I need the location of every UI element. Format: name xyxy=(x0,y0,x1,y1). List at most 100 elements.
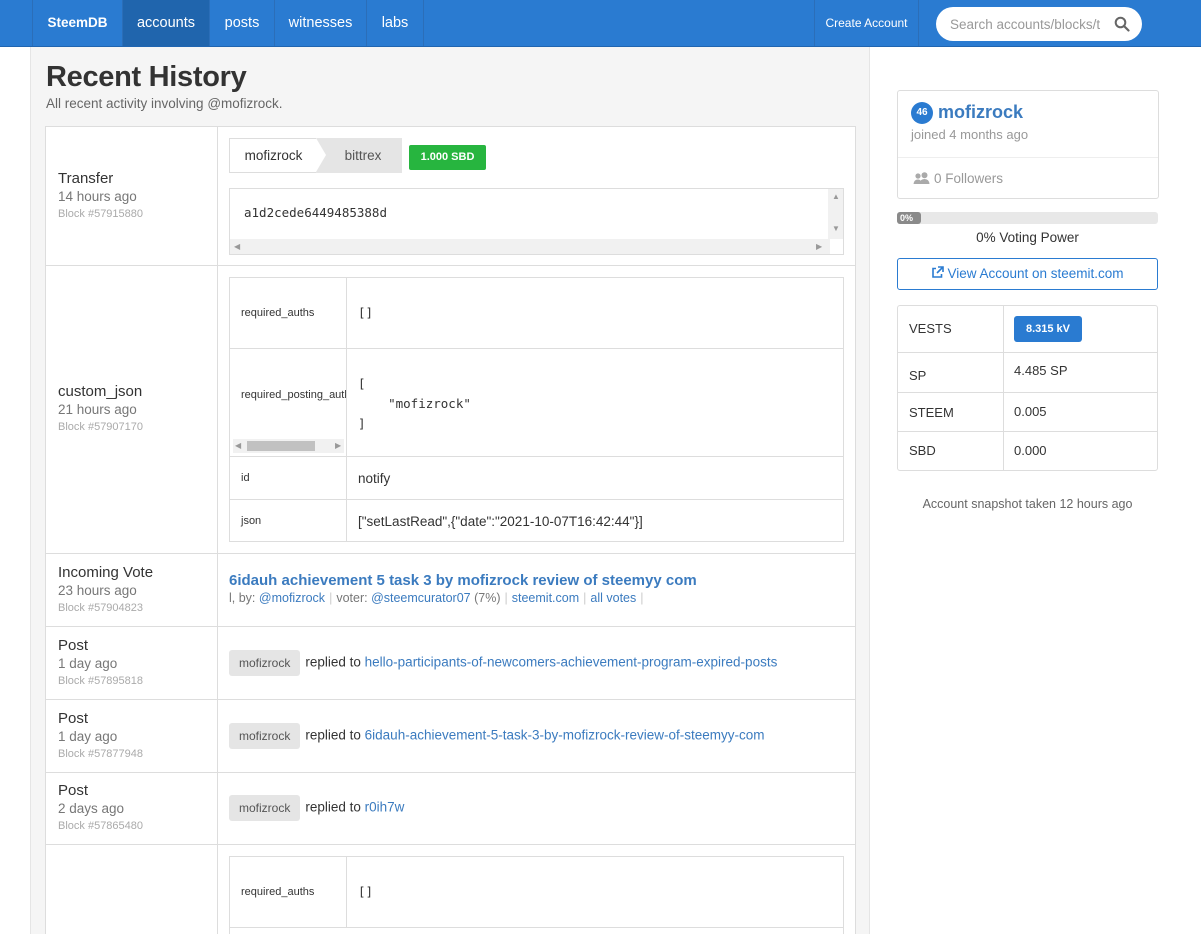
scroll-up-icon[interactable]: ▲ xyxy=(832,193,840,201)
post-line: mofizrock replied to r0ih7w xyxy=(229,795,404,821)
json-row: id notify xyxy=(230,457,843,500)
balance-row: SP 4.485 SP xyxy=(898,353,1157,393)
op-name: Post xyxy=(58,782,89,799)
balance-key: SBD xyxy=(898,432,1004,470)
history-table: Transfer 14 hours ago Block #57915880 mo… xyxy=(45,126,856,934)
history-row-vote: Incoming Vote 23 hours ago Block #579048… xyxy=(46,554,855,627)
scroll-left-icon[interactable]: ◀ xyxy=(235,442,241,450)
vertical-scrollbar[interactable]: ▲ ▼ xyxy=(828,189,843,239)
op-block: Block #57877948 xyxy=(58,748,144,760)
row-body: mofizrock replied to 6idauh-achievement-5… xyxy=(218,700,855,772)
op-time: 14 hours ago xyxy=(58,189,137,204)
main-panel: Recent History All recent activity invol… xyxy=(30,47,870,934)
json-value: notify xyxy=(358,471,391,486)
balance-value: 4.485 SP xyxy=(1014,363,1068,378)
op-block: Block #57915880 xyxy=(58,208,144,220)
author-link[interactable]: @mofizrock xyxy=(259,591,325,605)
nav-posts[interactable]: posts xyxy=(210,0,275,46)
json-key: json xyxy=(230,500,347,542)
op-name: custom_json xyxy=(58,383,143,400)
account-card: 46 mofizrock joined 4 months ago 0 Follo… xyxy=(897,90,1159,199)
amount-badge: 1.000 SBD xyxy=(409,145,486,170)
op-block: Block #57895818 xyxy=(58,675,144,687)
history-row-post: Post 1 day ago Block #57877948 mofizrock… xyxy=(46,700,855,773)
balance-key: SP xyxy=(898,353,1004,392)
balance-value: 0.005 xyxy=(1014,404,1047,419)
vests-badge: 8.315 kV xyxy=(1014,316,1082,342)
balance-value: 0.000 xyxy=(1014,443,1047,458)
memo-box[interactable]: a1d2cede6449485388d ▲ ▼ ◀ ▶ xyxy=(229,188,844,255)
to-account[interactable]: bittrex xyxy=(316,138,402,173)
balance-row: STEEM 0.005 xyxy=(898,393,1157,432)
json-row: json ["setLastRead",{"date":"2021-10-07T… xyxy=(230,500,843,542)
row-body: mofizrock replied to r0ih7w xyxy=(218,773,855,844)
steemit-link[interactable]: steemit.com xyxy=(512,591,579,605)
scroll-down-icon[interactable]: ▼ xyxy=(832,225,840,233)
row-body: mofizrock replied to hello-participants-o… xyxy=(218,627,855,699)
scroll-thumb[interactable] xyxy=(247,441,315,451)
row-body: required_auths [] required_posting_auths… xyxy=(218,266,855,553)
memo-text: a1d2cede6449485388d xyxy=(244,205,387,220)
horizontal-scrollbar[interactable]: ◀ ▶ xyxy=(230,239,830,254)
post-line: mofizrock replied to hello-participants-o… xyxy=(229,650,777,676)
row-body: required_auths [] xyxy=(218,845,855,934)
json-table: required_auths [] required_posting_auths… xyxy=(229,277,844,542)
view-account-button[interactable]: View Account on steemit.com xyxy=(897,258,1158,290)
post-title-link[interactable]: 6idauh achievement 5 task 3 by mofizrock… xyxy=(229,572,697,589)
search-input[interactable] xyxy=(950,7,1108,41)
op-time: 23 hours ago xyxy=(58,583,137,598)
search-box xyxy=(936,7,1142,41)
json-row: required_auths [] xyxy=(230,278,843,349)
op-time: 1 day ago xyxy=(58,656,118,671)
row-label: custom_json 21 hours ago Block #57907170 xyxy=(46,266,218,553)
brand-logo[interactable]: SteemDB xyxy=(32,0,123,46)
followers-link[interactable]: 0 Followers xyxy=(913,171,1003,186)
nav-witnesses[interactable]: witnesses xyxy=(275,0,367,46)
voter-link[interactable]: @steemcurator07 xyxy=(371,591,471,605)
external-link-icon xyxy=(932,266,945,278)
from-account[interactable]: mofizrock xyxy=(229,138,317,173)
json-value: ["setLastRead",{"date":"2021-10-07T16:42… xyxy=(358,514,643,529)
op-time: 21 hours ago xyxy=(58,402,137,417)
post-target-link[interactable]: r0ih7w xyxy=(365,800,405,815)
nav-accounts[interactable]: accounts xyxy=(123,0,210,46)
scroll-right-icon[interactable]: ▶ xyxy=(335,442,341,450)
followers-count: 0 Followers xyxy=(934,171,1004,186)
row-label: Transfer 14 hours ago Block #57915880 xyxy=(46,127,218,265)
post-target-link[interactable]: 6idauh-achievement-5-task-3-by-mofizrock… xyxy=(365,728,765,743)
arrow-icon xyxy=(316,138,326,172)
post-target-link[interactable]: hello-participants-of-newcomers-achievem… xyxy=(365,655,778,670)
scroll-left-icon[interactable]: ◀ xyxy=(234,243,240,251)
account-name[interactable]: mofizrock xyxy=(938,102,1023,123)
author-badge[interactable]: mofizrock xyxy=(229,723,301,749)
all-votes-link[interactable]: all votes xyxy=(590,591,636,605)
history-row-post: Post 2 days ago Block #57865480 mofizroc… xyxy=(46,773,855,845)
history-row-post: Post 1 day ago Block #57895818 mofizrock… xyxy=(46,627,855,700)
key-scrollbar[interactable]: ◀ ▶ xyxy=(233,439,344,453)
nav-labs[interactable]: labs xyxy=(367,0,424,46)
search-icon[interactable] xyxy=(1114,16,1130,32)
json-row: required_auths [] xyxy=(230,857,843,928)
view-account-label: View Account on steemit.com xyxy=(947,266,1124,281)
divider xyxy=(898,157,1158,158)
voting-power-fill: 0% xyxy=(897,212,921,224)
json-value: [] xyxy=(358,305,374,320)
op-name: Post xyxy=(58,637,89,654)
balance-key: STEEM xyxy=(898,393,1004,431)
op-name: Transfer xyxy=(58,170,114,187)
account-joined: joined 4 months ago xyxy=(911,127,1029,142)
post-action: replied to xyxy=(305,727,361,743)
author-badge[interactable]: mofizrock xyxy=(229,650,301,676)
op-block: Block #57904823 xyxy=(58,602,144,614)
voting-power-label: 0% Voting Power xyxy=(976,230,1079,245)
post-line: mofizrock replied to 6idauh-achievement-5… xyxy=(229,723,765,749)
op-block: Block #57907170 xyxy=(58,421,144,433)
op-time: 1 day ago xyxy=(58,729,118,744)
author-badge[interactable]: mofizrock xyxy=(229,795,301,821)
balance-row: SBD 0.000 xyxy=(898,432,1157,470)
voter-label: voter: xyxy=(336,591,368,605)
create-account-link[interactable]: Create Account xyxy=(814,0,919,46)
page-subtitle: All recent activity involving @mofizrock… xyxy=(46,96,283,111)
scroll-right-icon[interactable]: ▶ xyxy=(816,243,822,251)
row-body: 6idauh achievement 5 task 3 by mofizrock… xyxy=(218,554,855,626)
